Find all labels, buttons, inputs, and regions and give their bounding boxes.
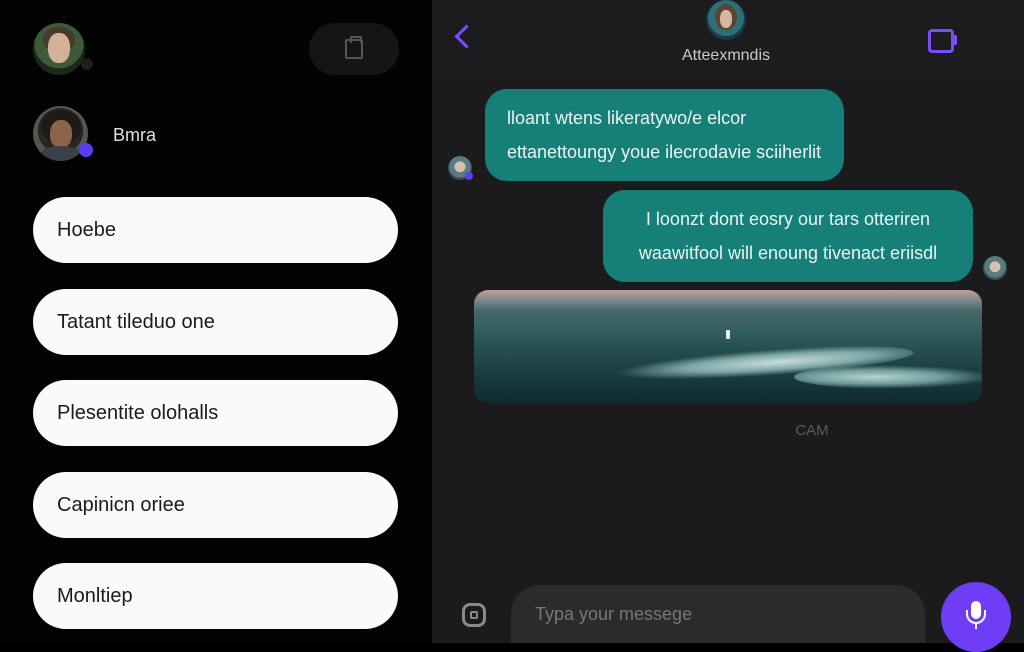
- message-bubble: lloant wtens likeratywo/e elcor ettanett…: [485, 89, 844, 181]
- message-timestamp: CAM: [795, 422, 829, 439]
- online-badge: [79, 143, 93, 157]
- clipboard-button[interactable]: [309, 23, 399, 75]
- message-line: lloant wtens likeratywo/e elcor: [507, 108, 747, 128]
- attach-icon[interactable]: [462, 603, 486, 627]
- status-dot: [81, 58, 93, 70]
- chat-avatar[interactable]: [706, 0, 746, 40]
- sidebar: Bmra Hoebe Tatant tileduo one Plesentite…: [0, 0, 432, 643]
- clipboard-icon: [345, 36, 363, 59]
- sender-status-dot: [465, 172, 473, 180]
- message-bubble: I loonzt dont eosry our tars otteriren w…: [603, 190, 973, 282]
- shared-photo[interactable]: [474, 290, 982, 403]
- message-line: waawitfool will enoung tivenact eriisdl: [638, 243, 938, 263]
- video-call-icon[interactable]: [928, 29, 957, 53]
- chat-title: Atteexmndis: [681, 47, 771, 64]
- user-avatar[interactable]: [33, 23, 85, 75]
- contact-name[interactable]: Bmra: [113, 125, 156, 146]
- menu-item-1[interactable]: Hoebe: [33, 197, 398, 263]
- menu-item-4[interactable]: Capinicn oriee: [33, 472, 398, 538]
- message-line: I loonzt dont eosry our tars otteriren: [645, 209, 931, 229]
- self-avatar: [983, 256, 1007, 280]
- menu-item-2[interactable]: Tatant tileduo one: [33, 289, 398, 355]
- menu-item-5[interactable]: Monltiep: [33, 563, 398, 629]
- menu-item-3[interactable]: Plesentite olohalls: [33, 380, 398, 446]
- mic-button[interactable]: [941, 582, 1011, 652]
- message-line: ettanettoungy youe ilecrodavie sciiherli…: [507, 142, 822, 162]
- message-input[interactable]: [511, 585, 925, 643]
